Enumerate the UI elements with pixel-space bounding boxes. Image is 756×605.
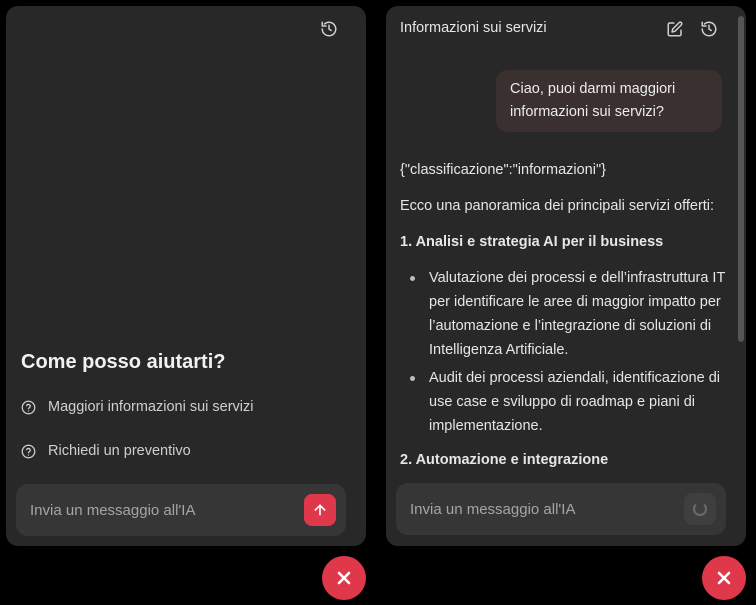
loading-button xyxy=(684,493,716,525)
suggestion-quote-request[interactable]: Richiedi un preventivo xyxy=(21,443,191,459)
message-input[interactable] xyxy=(30,484,290,536)
edit-icon[interactable] xyxy=(663,17,687,41)
bullet-list: Valutazione dei processi e dell’infrastr… xyxy=(400,266,728,438)
close-button[interactable] xyxy=(322,556,366,600)
close-button[interactable] xyxy=(702,556,746,600)
classification-json: {"classificazione":"informazioni"} xyxy=(400,162,606,178)
message-composer xyxy=(16,484,346,536)
list-item: Valutazione dei processi e dell’infrastr… xyxy=(400,266,728,362)
help-circle-icon xyxy=(21,400,36,414)
message-input[interactable] xyxy=(410,483,670,535)
send-button[interactable] xyxy=(304,494,336,526)
user-message-bubble: Ciao, puoi darmi maggiori informazioni s… xyxy=(496,70,722,132)
arrow-up-icon xyxy=(314,504,326,516)
chat-panel-conversation: Informazioni sui servizi Ciao, puoi darm… xyxy=(386,6,746,546)
assistant-message: {"classificazione":"informazioni"} Ecco … xyxy=(400,158,728,484)
conversation-title: Informazioni sui servizi xyxy=(400,20,547,36)
help-circle-icon xyxy=(21,444,36,458)
list-item: Audit dei processi aziendali, identifica… xyxy=(400,366,728,438)
spinner-icon xyxy=(693,502,707,516)
suggestion-label: Richiedi un preventivo xyxy=(48,443,191,459)
scrollbar[interactable] xyxy=(738,16,744,342)
suggestion-services-info[interactable]: Maggiori informazioni sui servizi xyxy=(21,399,254,415)
welcome-title: Come posso aiutarti? xyxy=(21,351,226,373)
section-heading: 1. Analisi e strategia AI per il busines… xyxy=(400,234,664,250)
history-icon[interactable] xyxy=(697,17,721,41)
history-icon[interactable] xyxy=(317,17,341,41)
close-icon xyxy=(337,571,351,585)
close-icon xyxy=(717,571,731,585)
message-composer xyxy=(396,483,726,535)
assistant-intro: Ecco una panoramica dei principali servi… xyxy=(400,198,715,214)
chat-panel-new: Come posso aiutarti? Maggiori informazio… xyxy=(6,6,366,546)
suggestion-label: Maggiori informazioni sui servizi xyxy=(48,399,254,415)
